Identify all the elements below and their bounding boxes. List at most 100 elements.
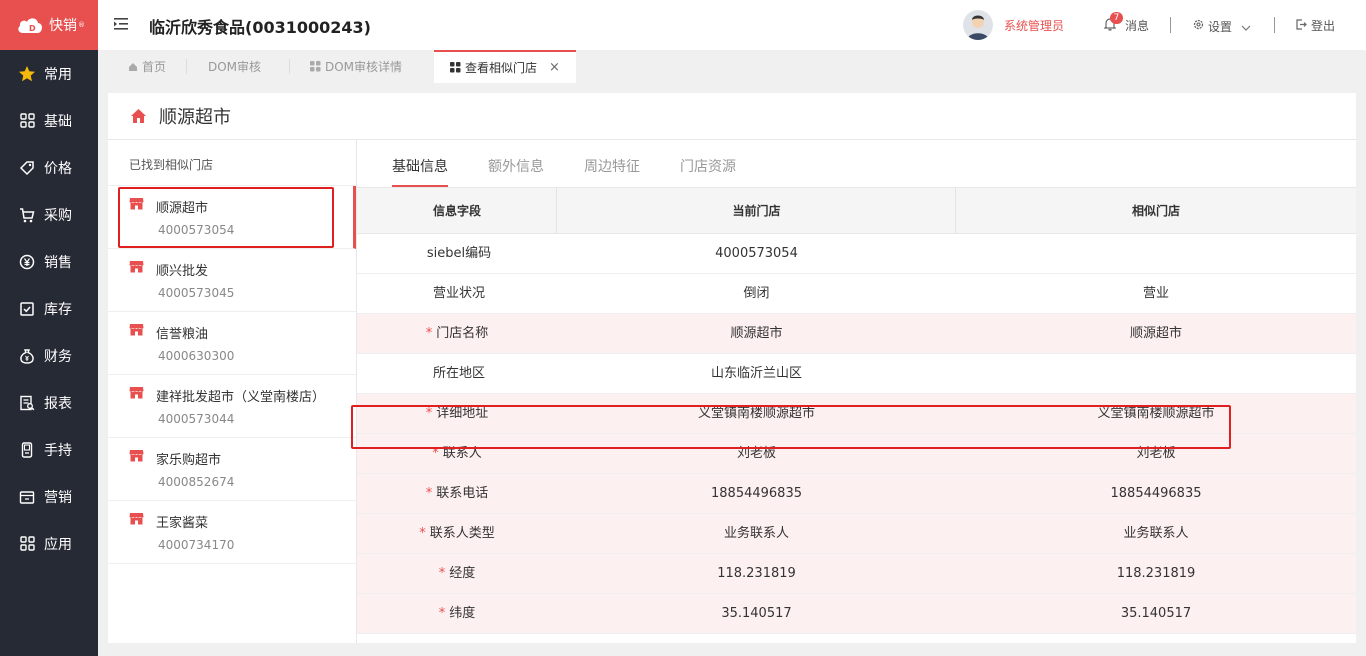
sidebar-item[interactable]: 采购 (0, 191, 98, 238)
tab-home[interactable]: 首页 (128, 50, 166, 83)
sidebar-item[interactable]: 价格 (0, 144, 98, 191)
field-label: 门店名称 (436, 326, 489, 341)
store-list-item[interactable]: 家乐购超市 4000852674 (108, 438, 356, 501)
logout-button[interactable]: 登出 (1311, 17, 1335, 34)
store-list-item[interactable]: 王家酱菜 4000734170 (108, 501, 356, 564)
tab-basic-info[interactable]: 基础信息 (392, 156, 448, 176)
field-label: 联系电话 (436, 486, 489, 501)
current-store-cell: 业务联系人 (723, 526, 789, 541)
column-header[interactable]: 信息字段 (357, 188, 557, 234)
divider (186, 59, 187, 74)
required-marker: * (425, 326, 433, 341)
table-row: * 门店名称 顺源超市 顺源超市 (357, 314, 1356, 354)
similar-store-cell: 118.231819 (1116, 566, 1196, 581)
gear-icon[interactable] (1193, 19, 1204, 30)
tab-label: 首页 (142, 60, 167, 74)
sidebar-item[interactable]: 库存 (0, 285, 98, 332)
sidebar-item[interactable]: 营销 (0, 473, 98, 520)
sidebar-item-label: 库存 (44, 301, 72, 318)
required-marker: * (438, 606, 446, 621)
chevron-down-icon[interactable] (1241, 21, 1251, 31)
registered-mark: ® (78, 21, 85, 29)
store-name: 信誉粮油 (156, 327, 209, 342)
tab-dom-review[interactable]: DOM审核 (208, 50, 261, 83)
sidebar-item[interactable]: 常用 (0, 50, 98, 97)
grid-icon (450, 62, 461, 73)
field-cell: siebel编码 (357, 234, 557, 274)
sidebar-item-label: 基础 (44, 113, 72, 130)
tab-label: DOM审核详情 (325, 60, 403, 74)
current-store-cell: 山东临沂兰山区 (710, 366, 802, 381)
store-code: 4000734170 (158, 538, 235, 552)
tab-extra-info[interactable]: 额外信息 (488, 156, 544, 176)
tab-similar-stores[interactable]: 查看相似门店 × (434, 50, 576, 83)
annotation-box (351, 405, 1231, 449)
settings-menu[interactable]: 设置 (1208, 18, 1232, 35)
store-name: 顺兴批发 (156, 264, 209, 279)
avatar[interactable] (963, 10, 993, 40)
tab-store-resources[interactable]: 门店资源 (680, 156, 736, 176)
required-marker: * (438, 566, 446, 581)
sidebar-item[interactable]: 报表 (0, 379, 98, 426)
similar-store-cell: 35.140517 (1120, 606, 1192, 621)
tag-icon (18, 159, 36, 177)
column-header[interactable]: 相似门店 (956, 188, 1356, 234)
store-title: 顺源超市 (159, 107, 231, 128)
sidebar-item[interactable]: 应用 (0, 520, 98, 567)
table-row: * 联系人类型 业务联系人 业务联系人 (357, 514, 1356, 554)
store-header: 顺源超市 (108, 93, 1356, 140)
store-list-item[interactable]: 顺兴批发 4000573045 (108, 249, 356, 312)
sidebar-item-label: 手持 (44, 442, 72, 459)
menu-toggle-icon[interactable] (114, 17, 130, 31)
table-row: 营业状况 倒闭 营业 (357, 274, 1356, 314)
required-marker: * (419, 526, 426, 541)
logout-icon[interactable] (1296, 19, 1307, 30)
similar-store-cell: 顺源超市 (1129, 326, 1182, 341)
home-icon (130, 108, 147, 124)
store-code: 4000630300 (158, 349, 235, 363)
tab-dom-review-detail[interactable]: DOM审核详情 (310, 50, 402, 83)
close-icon[interactable]: × (549, 60, 560, 75)
similar-store-cell (956, 234, 1356, 274)
field-cell: * 门店名称 (357, 314, 557, 354)
store-icon (129, 512, 144, 525)
column-header[interactable]: 当前门店 (557, 188, 956, 234)
field-label: siebel编码 (426, 246, 492, 261)
table-row: * 经度 118.231819 118.231819 (357, 554, 1356, 594)
field-cell: * 联系电话 (357, 474, 557, 514)
store-code: 4000573045 (158, 286, 235, 300)
store-list-item[interactable]: 建祥批发超市（义堂南楼店） 4000573044 (108, 375, 356, 438)
grid-header: 信息字段 当前门店 相似门店 (357, 188, 1356, 234)
detail-pane: 基础信息 额外信息 周边特征 门店资源 信息字段 当前门店 相似门店 siebe… (351, 140, 1356, 643)
store-icon (129, 386, 144, 399)
logo[interactable]: D 快销 ® (0, 0, 98, 50)
sidebar-item[interactable]: 销售 (0, 238, 98, 285)
field-label: 经度 (449, 566, 476, 581)
sidebar-item-label: 采购 (44, 207, 72, 224)
tab-surroundings[interactable]: 周边特征 (584, 156, 640, 176)
field-cell: 所在地区 (357, 354, 557, 394)
current-store-cell: 18854496835 (711, 486, 802, 501)
store-list-item[interactable]: 信誉粮油 4000630300 (108, 312, 356, 375)
messages-link[interactable]: 消息 (1125, 17, 1149, 34)
cart-icon (18, 206, 36, 224)
required-marker: * (425, 486, 433, 501)
tab-label: 查看相似门店 (465, 61, 538, 75)
user-name[interactable]: 系统管理员 (1004, 17, 1064, 34)
active-tab-indicator (392, 185, 448, 187)
sidebar-item[interactable]: 基础 (0, 97, 98, 144)
store-name: 建祥批发超市（义堂南楼店） (156, 390, 326, 405)
sidebar-item[interactable]: 财务 (0, 332, 98, 379)
page-title: 临沂欣秀食品(0031000243) (149, 18, 371, 37)
handheld-icon (18, 441, 36, 459)
table-row: 所在地区 山东临沂兰山区 (357, 354, 1356, 394)
similar-store-cell: 营业 (1142, 286, 1169, 301)
top-header: 临沂欣秀食品(0031000243) 系统管理员 7 消息 设置 登出 (98, 0, 1366, 50)
field-label: 营业状况 (432, 286, 485, 301)
moneybag-icon (18, 347, 36, 365)
sidebar-item[interactable]: 手持 (0, 426, 98, 473)
store-name: 家乐购超市 (156, 453, 222, 468)
star-icon (18, 65, 36, 83)
sidebar-nav: 常用基础价格采购销售库存财务 报表手持营销 应用 (0, 50, 98, 567)
sidebar: D 快销 ® 常用基础价格采购销售库存财务 报表手持营销 应用 (0, 0, 98, 656)
